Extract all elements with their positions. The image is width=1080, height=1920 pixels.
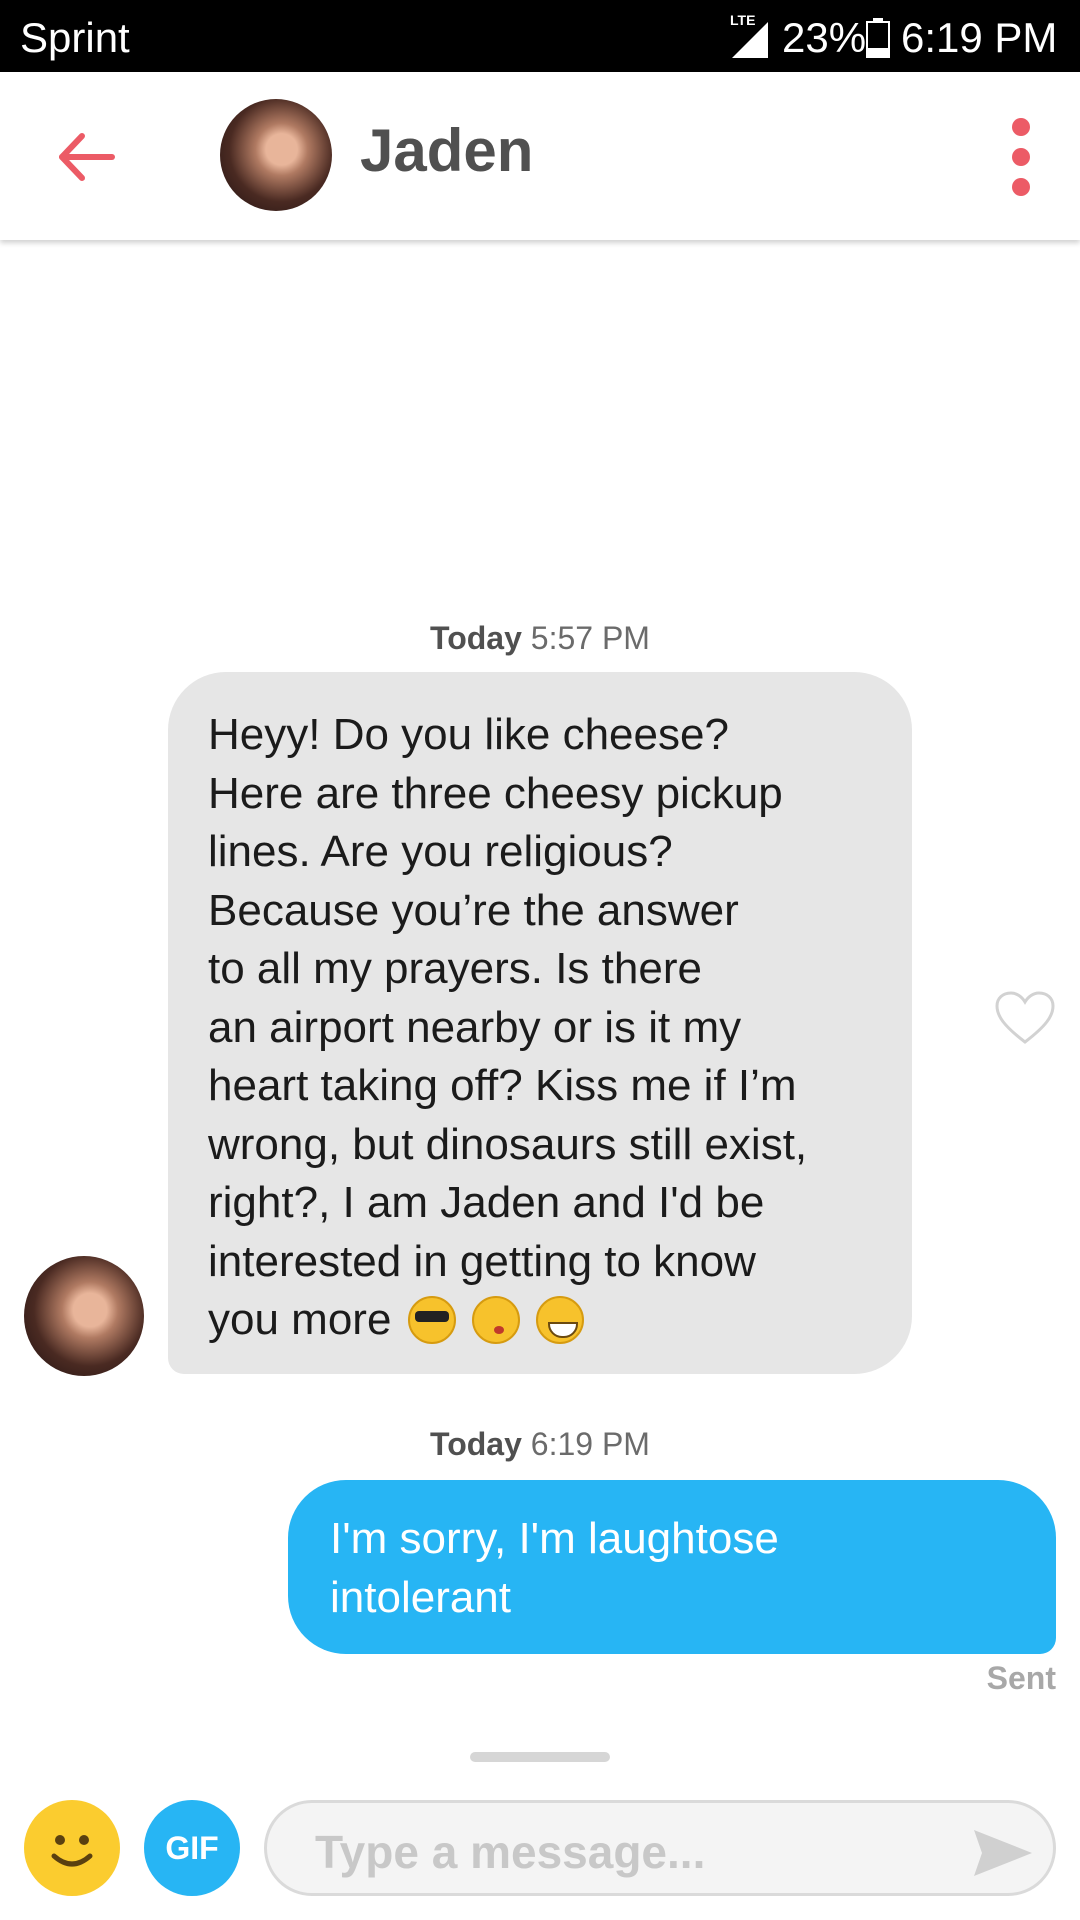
message-line: Heyy! Do you like cheese? bbox=[208, 710, 729, 759]
message-status: Sent bbox=[986, 1660, 1056, 1696]
message-line: intolerant bbox=[330, 1572, 512, 1622]
smiley-icon bbox=[51, 1835, 93, 1867]
grinning-face-icon bbox=[536, 1296, 585, 1344]
message-line: heart taking off? Kiss me if I’m bbox=[208, 1061, 797, 1110]
gif-button[interactable]: GIF bbox=[144, 1800, 240, 1896]
arrow-left-icon[interactable] bbox=[52, 122, 122, 192]
more-vertical-icon[interactable] bbox=[1005, 118, 1037, 198]
signal-icon bbox=[732, 22, 768, 58]
message-line: to all my prayers. Is there bbox=[208, 944, 702, 993]
emoji-button[interactable] bbox=[24, 1800, 120, 1896]
carrier-label: Sprint bbox=[20, 14, 130, 61]
message-line: you more bbox=[208, 1295, 392, 1344]
message-line: an airport nearby or is it my bbox=[208, 1002, 742, 1052]
message-line: lines. Are you religious? bbox=[208, 827, 673, 876]
drag-handle[interactable] bbox=[470, 1752, 610, 1762]
chat-header: Jaden bbox=[0, 72, 1080, 240]
message-line: interested in getting to know bbox=[208, 1236, 756, 1286]
heart-icon[interactable] bbox=[994, 990, 1056, 1046]
message-line: Because you’re the answer bbox=[208, 885, 739, 935]
message-input[interactable]: Type a message... bbox=[264, 1800, 1056, 1896]
battery-icon bbox=[866, 18, 890, 58]
timestamp-day: Today bbox=[430, 1426, 522, 1462]
incoming-message-bubble[interactable]: Heyy! Do you like cheese? Here are three… bbox=[168, 672, 912, 1374]
outgoing-message-bubble[interactable]: I'm sorry, I'm laughtose intolerant bbox=[288, 1480, 1056, 1654]
message-line: I'm sorry, I'm laughtose bbox=[330, 1514, 779, 1563]
kissing-face-icon bbox=[471, 1296, 520, 1344]
message-line: Here are three cheesy pickup bbox=[208, 768, 783, 818]
smiling-face-sunglasses-icon bbox=[407, 1296, 456, 1344]
timestamp-time: 5:57 PM bbox=[530, 620, 650, 656]
timestamp-day: Today bbox=[430, 620, 522, 656]
clock: 6:19 PM bbox=[901, 14, 1058, 61]
contact-name[interactable]: Jaden bbox=[360, 116, 533, 185]
message-line: wrong, but dinosaurs still exist, bbox=[208, 1119, 808, 1169]
sender-avatar[interactable] bbox=[24, 1256, 144, 1376]
status-bar: Sprint LTE 23% 6:19 PM bbox=[0, 0, 1080, 72]
message-timestamp: Today 5:57 PM bbox=[0, 620, 1080, 657]
send-icon[interactable] bbox=[970, 1826, 1036, 1880]
message-timestamp: Today 6:19 PM bbox=[0, 1426, 1080, 1463]
message-line-last: you more bbox=[208, 1291, 872, 1350]
message-line: right?, I am Jaden and I'd be bbox=[208, 1178, 765, 1227]
avatar[interactable] bbox=[220, 99, 332, 211]
battery-percent: 23% bbox=[782, 14, 867, 61]
timestamp-time: 6:19 PM bbox=[530, 1426, 650, 1462]
